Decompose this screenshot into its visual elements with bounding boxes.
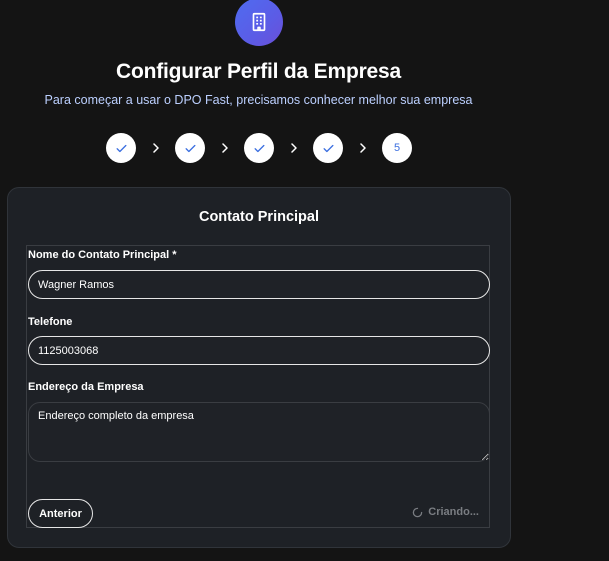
contact-form: Nome do Contato Principal * Telefone End… <box>26 245 490 528</box>
progress-stepper: 5 <box>106 133 412 163</box>
chevron-right-icon <box>205 143 244 153</box>
check-icon <box>185 144 195 152</box>
step-1-complete <box>106 133 136 163</box>
contact-name-input[interactable] <box>28 270 490 299</box>
page-title: Configurar Perfil da Empresa <box>116 60 401 83</box>
chevron-right-icon <box>274 143 313 153</box>
spinner-icon <box>413 507 423 517</box>
create-button[interactable]: Criando... <box>412 506 479 518</box>
building-icon <box>252 12 266 32</box>
contact-name-label: Nome do Contato Principal * <box>28 249 177 261</box>
step-2-complete <box>175 133 205 163</box>
phone-label: Telefone <box>28 316 73 328</box>
check-icon <box>116 144 126 152</box>
step-5-current: 5 <box>382 133 412 163</box>
previous-button[interactable]: Anterior <box>28 499 93 528</box>
step-3-complete <box>244 133 274 163</box>
phone-input[interactable] <box>28 336 490 365</box>
card-title: Contato Principal <box>198 209 320 225</box>
company-logo <box>235 0 283 46</box>
chevron-right-icon <box>136 143 175 153</box>
address-textarea[interactable] <box>28 402 490 462</box>
address-label: Endereço da Empresa <box>28 381 144 393</box>
check-icon <box>323 144 333 152</box>
create-button-label: Criando... <box>428 506 479 518</box>
step-4-complete <box>313 133 343 163</box>
page-subtitle: Para começar a usar o DPO Fast, precisam… <box>44 93 473 107</box>
contact-card: Contato Principal Nome do Contato Princi… <box>7 187 511 548</box>
check-icon <box>254 144 264 152</box>
chevron-right-icon <box>343 143 382 153</box>
